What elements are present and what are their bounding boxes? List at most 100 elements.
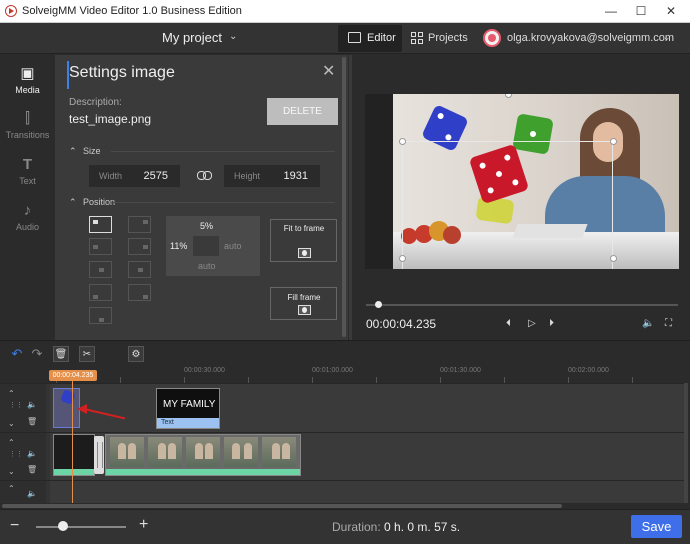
tab-editor-label: Editor (367, 32, 396, 44)
app-window: SolveigMM Video Editor 1.0 Business Edit… (0, 0, 690, 544)
fill-frame-button[interactable]: Fill frame (270, 287, 337, 320)
volume-icon[interactable]: 🔈 (27, 449, 37, 458)
project-chevron-down-icon[interactable]: ⌄ (229, 31, 237, 42)
anchor-top-left[interactable] (89, 216, 112, 233)
panel-splitter[interactable] (349, 55, 352, 340)
step-forward-icon[interactable]: ⏵ (549, 318, 554, 329)
ruler-label: 00:00:30.000 (184, 367, 225, 374)
anchor-center-right[interactable] (128, 261, 151, 278)
app-header: My project ⌄ Editor Projects olga.krovya… (0, 23, 690, 54)
drag-handle-icon[interactable]: ⋮⋮ (9, 451, 23, 461)
redo-icon[interactable]: ↷ (29, 346, 45, 362)
resize-handle[interactable] (399, 255, 406, 262)
sidebar-item-audio[interactable]: ♪ Audio (0, 200, 55, 244)
minimize-button[interactable]: — (596, 0, 626, 23)
window-title: SolveigMM Video Editor 1.0 Business Edit… (22, 5, 242, 17)
user-email[interactable]: olga.krovyakova@solveigmm.com (507, 32, 674, 44)
delete-track-icon[interactable]: 🗑 (27, 417, 37, 426)
split-scissors-icon[interactable]: ✂ (79, 346, 95, 362)
timeline-ruler[interactable]: 00:00:30.000 00:01:00.000 00:01:30.000 0… (0, 367, 690, 383)
step-back-icon[interactable]: ⏴ (506, 318, 511, 329)
sidebar-item-transitions[interactable]: ⫿ Transitions (0, 108, 55, 152)
undo-icon[interactable]: ↶ (9, 346, 25, 362)
tab-editor[interactable]: Editor (338, 25, 402, 52)
avatar[interactable] (483, 29, 501, 47)
sidebar-item-label: Media (15, 85, 40, 95)
resize-handle[interactable] (610, 255, 617, 262)
position-section-header[interactable]: ⌃ Position (69, 197, 115, 208)
current-timecode: 00:00:04.235 (366, 317, 437, 331)
sidebar-item-media[interactable]: ▣ Media (0, 63, 55, 107)
margin-right[interactable]: auto (224, 241, 242, 251)
clip-trim-handle[interactable] (94, 436, 104, 474)
preview-area: 00:00:04.235 ⏴ ▷ ⏵ 🔈 ⛶ (349, 55, 690, 340)
link-icon[interactable] (197, 171, 213, 181)
panel-scrollbar[interactable] (342, 57, 346, 337)
volume-icon[interactable]: 🔈 (642, 318, 654, 329)
panel-title: Settings image (69, 64, 175, 81)
audio-track: 🔈 ⌃ (0, 480, 686, 503)
delete-track-icon[interactable]: 🗑 (27, 465, 37, 474)
chevron-down-icon[interactable]: ⌄ (8, 419, 15, 428)
zoom-slider[interactable] (36, 526, 126, 528)
playhead[interactable] (72, 381, 73, 503)
chevron-up-icon[interactable]: ⌃ (8, 389, 15, 398)
zoom-in-icon[interactable]: + (139, 516, 148, 534)
margin-bottom[interactable]: auto (198, 261, 216, 271)
anchor-top-right[interactable] (128, 216, 151, 233)
annotation-arrow-head (77, 404, 87, 414)
fit-to-frame-button[interactable]: Fit to frame (270, 219, 337, 262)
seek-knob[interactable] (375, 301, 383, 308)
settings-gear-icon[interactable]: ⚙ (128, 346, 144, 362)
overlay-track: ⋮⋮ 🔈 🗑 ⌃ ⌄ (0, 383, 686, 432)
text-clip[interactable]: MY FAMILY Text (156, 388, 220, 429)
video-preview[interactable] (365, 94, 679, 269)
drag-handle-icon[interactable]: ⋮⋮ (9, 402, 23, 412)
size-section-header[interactable]: ⌃ Size (69, 146, 101, 157)
chevron-down-icon[interactable]: ⌄ (8, 467, 15, 476)
resize-handle[interactable] (610, 138, 617, 145)
sidebar-item-label: Transitions (5, 130, 50, 140)
volume-icon[interactable]: 🔈 (27, 489, 37, 498)
app-logo-icon (5, 5, 17, 17)
delete-button[interactable]: DELETE (267, 98, 338, 125)
seek-bar[interactable] (366, 301, 678, 308)
image-selection-box[interactable] (402, 141, 613, 269)
ruler-label: 00:02:00.000 (568, 367, 609, 374)
anchor-center-left[interactable] (89, 261, 112, 278)
music-note-icon: ♪ (23, 202, 32, 219)
anchor-middle-left[interactable] (89, 238, 112, 255)
play-icon[interactable]: ▷ (528, 318, 536, 329)
account-chevron-down-icon[interactable]: ⌄ (663, 32, 671, 43)
project-name[interactable]: My project (162, 30, 222, 45)
chevron-up-icon[interactable]: ⌃ (8, 438, 15, 447)
save-button[interactable]: Save (631, 515, 682, 538)
resize-handle[interactable] (399, 138, 406, 145)
zoom-slider-knob[interactable] (58, 521, 68, 531)
close-icon[interactable]: ✕ (322, 61, 335, 81)
anchor-bottom-center[interactable] (89, 307, 112, 324)
grid-icon (411, 32, 423, 44)
duration: Duration: 0 h. 0 m. 57 s. (332, 520, 461, 534)
fullscreen-icon[interactable]: ⛶ (665, 318, 672, 329)
anchor-middle-right[interactable] (128, 238, 151, 255)
chevron-up-icon[interactable]: ⌃ (8, 484, 15, 493)
volume-icon[interactable]: 🔈 (27, 400, 37, 409)
sidebar-item-text[interactable]: T Text (0, 154, 55, 198)
height-field[interactable]: Height 1931 (224, 165, 320, 187)
delete-clip-icon[interactable]: 🗑 (53, 346, 69, 362)
anchor-bottom-right[interactable] (128, 284, 151, 301)
margin-left[interactable]: 11% (170, 241, 187, 251)
margin-top[interactable]: 5% (200, 221, 213, 231)
maximize-button[interactable]: ☐ (626, 0, 656, 23)
timeline-vertical-scrollbar[interactable] (684, 383, 688, 503)
image-clip[interactable] (53, 388, 80, 428)
video-clip[interactable] (53, 434, 95, 476)
anchor-bottom-left[interactable] (89, 284, 112, 301)
close-window-button[interactable]: ✕ (656, 0, 686, 23)
bottom-bar: − + Duration: 0 h. 0 m. 57 s. Save (0, 509, 690, 544)
width-field[interactable]: Width 2575 (89, 165, 180, 187)
zoom-out-icon[interactable]: − (10, 517, 19, 535)
video-clip[interactable] (105, 434, 301, 476)
playhead-time[interactable]: 00:00:04.235 (49, 370, 97, 381)
